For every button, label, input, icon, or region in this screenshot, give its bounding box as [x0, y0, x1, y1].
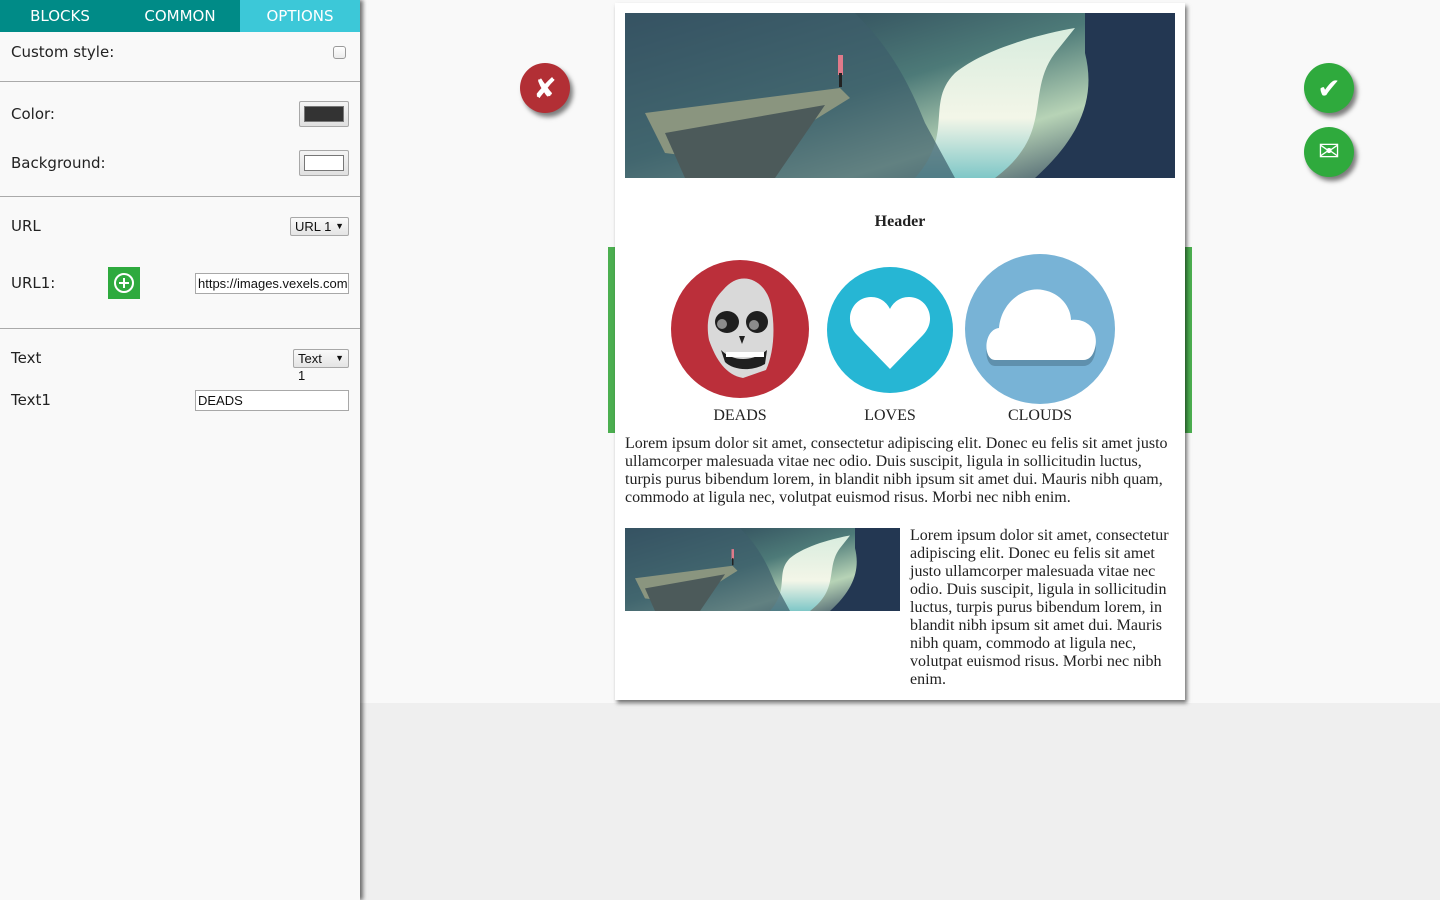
divider: [0, 81, 360, 82]
landscape-image: [625, 13, 1175, 178]
icon-caption: CLOUDS: [1007, 407, 1072, 424]
checkmark-icon: ✔: [1317, 71, 1341, 105]
url1-input[interactable]: https://images.vexels.com: [195, 273, 349, 294]
icon-caption: LOVES: [864, 407, 916, 424]
close-icon: ✘: [533, 71, 557, 105]
url-label: URL: [11, 217, 41, 235]
save-button[interactable]: ✔: [1304, 63, 1354, 113]
sidebar-tabs: BLOCKS COMMON OPTIONS: [0, 0, 360, 32]
send-email-button[interactable]: ✉: [1304, 127, 1354, 177]
close-button[interactable]: ✘: [520, 63, 570, 113]
color-preview: [304, 106, 344, 122]
editor-canvas: ✘ ✔ ✉ Header DEADS LOVES CLOUDS Lorem ip…: [360, 0, 1440, 703]
icon-caption: DEADS: [713, 407, 767, 424]
text-select[interactable]: Text 1 ▼: [293, 349, 349, 383]
background-label: Background:: [11, 154, 106, 172]
email-header: Header: [874, 213, 926, 230]
cloud-icon: [986, 289, 1096, 366]
options-sidebar: BLOCKS COMMON OPTIONS Custom style: Colo…: [0, 0, 360, 900]
plus-circle-icon: [114, 273, 134, 293]
skull-icon: [707, 278, 774, 378]
custom-style-label: Custom style:: [11, 43, 115, 61]
loves-icon-circle[interactable]: [827, 267, 953, 393]
side-paragraph: Lorem ipsum dolor sit amet, consectetur …: [910, 527, 1169, 688]
tab-blocks[interactable]: BLOCKS: [0, 0, 120, 32]
color-picker[interactable]: [299, 101, 349, 127]
text-label: Text: [11, 349, 42, 367]
text1-label: Text1: [11, 391, 51, 409]
url-select[interactable]: URL 1 ▼: [290, 217, 349, 236]
url1-label: URL1:: [11, 274, 56, 292]
landscape-image: [625, 528, 900, 611]
email-preview: Header DEADS LOVES CLOUDS Lorem ipsum do…: [615, 3, 1185, 700]
text-select-value: Text 1: [298, 351, 322, 383]
url-select-value: URL 1: [295, 219, 332, 234]
custom-style-checkbox[interactable]: [333, 46, 346, 59]
tab-options[interactable]: OPTIONS: [240, 0, 360, 32]
divider: [0, 328, 360, 329]
background-color-picker[interactable]: [299, 150, 349, 176]
chevron-down-icon: ▼: [335, 353, 344, 363]
thumbnail-image[interactable]: [625, 528, 900, 611]
add-url-button[interactable]: [108, 267, 140, 299]
hero-image[interactable]: [625, 13, 1175, 178]
envelope-icon: ✉: [1318, 137, 1340, 167]
body-paragraph: Lorem ipsum dolor sit amet, consectetur …: [625, 435, 1168, 506]
text1-input[interactable]: DEADS: [195, 390, 349, 411]
heart-icon: [849, 297, 931, 369]
chevron-down-icon: ▼: [335, 221, 344, 231]
deads-icon-circle[interactable]: [671, 260, 809, 398]
background-color-preview: [304, 155, 344, 171]
divider: [0, 196, 360, 197]
tab-common[interactable]: COMMON: [120, 0, 240, 32]
color-label: Color:: [11, 105, 55, 123]
clouds-icon-circle[interactable]: [965, 254, 1115, 404]
